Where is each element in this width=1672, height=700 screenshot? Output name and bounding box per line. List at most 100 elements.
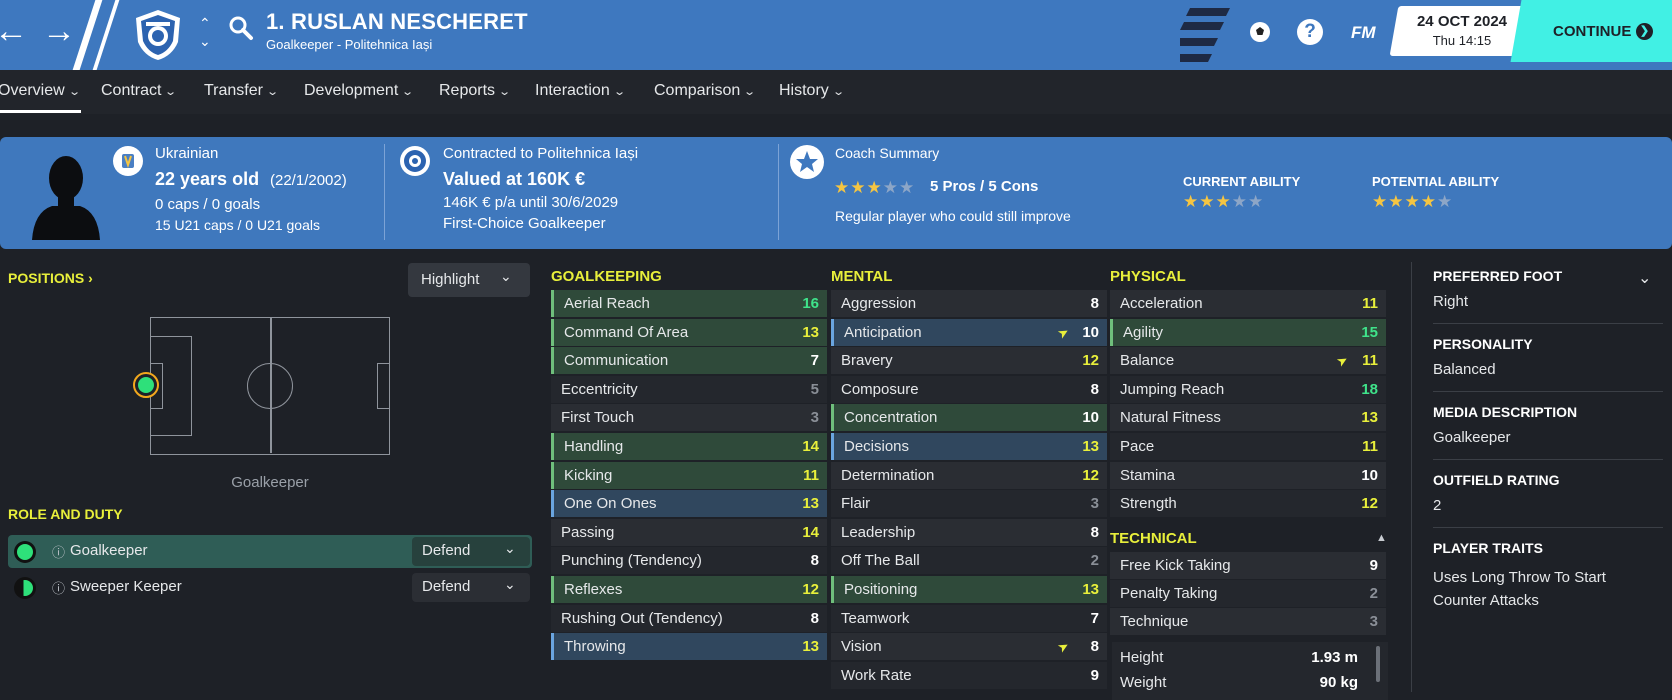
attribute-row[interactable]: Passing 14 <box>551 518 827 546</box>
search-icon[interactable] <box>228 15 254 41</box>
attribute-row[interactable]: Eccentricity 5 <box>551 375 827 403</box>
attribute-row[interactable]: Teamwork 7 <box>831 604 1107 632</box>
divider <box>1433 459 1663 460</box>
pros-cons[interactable]: 5 Pros / 5 Cons <box>930 178 1038 195</box>
attribute-row[interactable]: Agility 15 <box>1110 318 1386 346</box>
tab-comparison[interactable]: Comparison ⌄ <box>654 82 756 100</box>
attribute-row[interactable]: First Touch 3 <box>551 404 827 432</box>
attribute-row[interactable]: Communication 7 <box>551 347 827 375</box>
attribute-row[interactable]: Composure 8 <box>831 375 1107 403</box>
attribute-row[interactable]: Positioning 13 <box>831 576 1107 603</box>
contract-title[interactable]: Contracted to Politehnica Iași <box>443 145 638 162</box>
chevron-down-icon[interactable]: ⌄ <box>500 268 512 285</box>
attribute-name: Balance <box>1120 352 1175 370</box>
attribute-row[interactable]: Flair 3 <box>831 490 1107 518</box>
chevron-right-icon[interactable]: ❯ <box>1636 23 1653 40</box>
attribute-row[interactable]: One On Ones 13 <box>551 490 827 518</box>
attribute-value: 13 <box>802 323 819 341</box>
attribute-row[interactable]: Aerial Reach 16 <box>551 290 827 317</box>
chevron-down-icon: ⌄ <box>831 86 845 98</box>
attribute-row[interactable]: Balance 11 ➤ <box>1110 347 1386 375</box>
attribute-name: Determination <box>841 466 935 484</box>
info-icon[interactable]: ⓘ <box>52 578 65 597</box>
arrow-right-icon[interactable]: → <box>42 14 76 48</box>
chevron-down-icon[interactable]: ⌄ <box>1638 268 1651 288</box>
continue-label[interactable]: CONTINUE <box>1553 23 1631 40</box>
tab-reports[interactable]: Reports ⌄ <box>439 82 511 100</box>
scrollbar[interactable] <box>1376 646 1380 682</box>
chevron-down-icon[interactable]: ⌄ <box>504 576 516 593</box>
attribute-row[interactable]: Aggression 8 <box>831 290 1107 317</box>
squad-status: First-Choice Goalkeeper <box>443 215 606 232</box>
attribute-row[interactable]: Throwing 13 <box>551 633 827 661</box>
attribute-row[interactable]: Kicking 11 <box>551 461 827 489</box>
star-icon: ★ <box>1437 192 1454 211</box>
attribute-row[interactable]: Acceleration 11 <box>1110 290 1386 317</box>
player-switch-arrows[interactable]: ⌃ ⌄ <box>199 14 211 50</box>
info-icon[interactable]: ⓘ <box>52 542 65 561</box>
attribute-name: Technique <box>1120 613 1189 630</box>
attribute-value: 11 <box>1362 438 1378 455</box>
star-icon: ★ <box>1231 192 1248 211</box>
star-icon: ★ <box>1183 192 1200 211</box>
tab-development[interactable]: Development ⌄ <box>304 82 414 100</box>
attribute-row[interactable]: Decisions 13 <box>831 433 1107 460</box>
highlight-dropdown-label[interactable]: Highlight <box>421 271 479 288</box>
attribute-row[interactable]: Work Rate 9 <box>831 661 1107 689</box>
duty-dropdown[interactable]: Defend ⌄ <box>412 537 530 566</box>
attribute-value: 12 <box>1082 352 1099 370</box>
chevron-down-icon: ⌄ <box>67 86 81 98</box>
attribute-row[interactable]: Technique 3 <box>1110 608 1386 635</box>
attribute-row[interactable]: Jumping Reach 18 <box>1110 375 1386 403</box>
attribute-value: 11 <box>1362 352 1378 370</box>
chevron-down-icon[interactable]: ⌄ <box>504 540 516 557</box>
duty-label[interactable]: Defend <box>422 578 470 595</box>
goalkeeper-position-marker[interactable] <box>133 372 159 398</box>
technical-title[interactable]: TECHNICAL <box>1110 530 1197 547</box>
game-time: Thu 14:15 <box>1432 33 1492 48</box>
attribute-name: Strength <box>1120 495 1177 513</box>
attribute-row[interactable]: Bravery 12 <box>831 347 1107 375</box>
attribute-row[interactable]: Command Of Area 13 <box>551 318 827 346</box>
tab-interaction[interactable]: Interaction ⌄ <box>535 82 626 100</box>
positions-title[interactable]: POSITIONS › <box>8 270 93 286</box>
tab-contract[interactable]: Contract ⌄ <box>101 82 178 100</box>
player-trait: Uses Long Throw To Start <box>1433 569 1606 586</box>
attribute-name: Natural Fitness <box>1120 409 1221 427</box>
attribute-row[interactable]: Determination 12 <box>831 461 1107 489</box>
attribute-row[interactable]: Natural Fitness 13 <box>1110 404 1386 432</box>
duty-dropdown[interactable]: Defend ⌄ <box>412 573 530 602</box>
arrow-left-icon[interactable]: ← <box>0 14 28 48</box>
ball-icon[interactable] <box>1248 20 1272 44</box>
tab-overview[interactable]: Overview ⌄ <box>0 82 81 100</box>
star-icon: ★ <box>850 178 867 197</box>
attribute-row[interactable]: Rushing Out (Tendency) 8 <box>551 604 827 632</box>
attribute-row[interactable]: Vision 8 ➤ <box>831 633 1107 661</box>
star-icon: ★ <box>882 178 899 197</box>
attribute-row[interactable]: Reflexes 12 <box>551 576 827 603</box>
duty-label[interactable]: Defend <box>422 542 470 559</box>
player-subtitle[interactable]: Goalkeeper - Politehnica Iași <box>266 37 432 52</box>
role-row[interactable]: ⓘ Sweeper Keeper Defend ⌄ <box>8 571 532 604</box>
attribute-row[interactable]: Off The Ball 2 <box>831 547 1107 575</box>
role-row[interactable]: ⓘ Goalkeeper Defend ⌄ <box>8 535 532 568</box>
attribute-row[interactable]: Concentration 10 <box>831 404 1107 432</box>
nationality[interactable]: Ukrainian <box>155 145 218 162</box>
attribute-row[interactable]: Free Kick Taking 9 <box>1110 552 1386 579</box>
attribute-row[interactable]: Strength 12 <box>1110 490 1386 518</box>
fm-logo[interactable]: FM <box>1351 23 1376 43</box>
attribute-row[interactable]: Handling 14 <box>551 433 827 460</box>
attribute-row[interactable]: Leadership 8 <box>831 518 1107 546</box>
help-icon[interactable]: ? <box>1297 19 1323 45</box>
tab-history[interactable]: History ⌄ <box>779 82 845 100</box>
attribute-row[interactable]: Anticipation 10 ➤ <box>831 318 1107 346</box>
attribute-row[interactable]: Stamina 10 <box>1110 461 1386 489</box>
attribute-row[interactable]: Punching (Tendency) 8 <box>551 547 827 575</box>
attribute-row[interactable]: Penalty Taking 2 <box>1110 580 1386 607</box>
attribute-value: 3 <box>1090 495 1099 513</box>
attribute-value: 18 <box>1361 380 1378 398</box>
collapse-icon[interactable]: ▲ <box>1376 532 1387 544</box>
attribute-row[interactable]: Pace 11 <box>1110 433 1386 460</box>
tab-transfer[interactable]: Transfer ⌄ <box>204 82 279 100</box>
coach-summary-title[interactable]: Coach Summary <box>835 145 939 161</box>
